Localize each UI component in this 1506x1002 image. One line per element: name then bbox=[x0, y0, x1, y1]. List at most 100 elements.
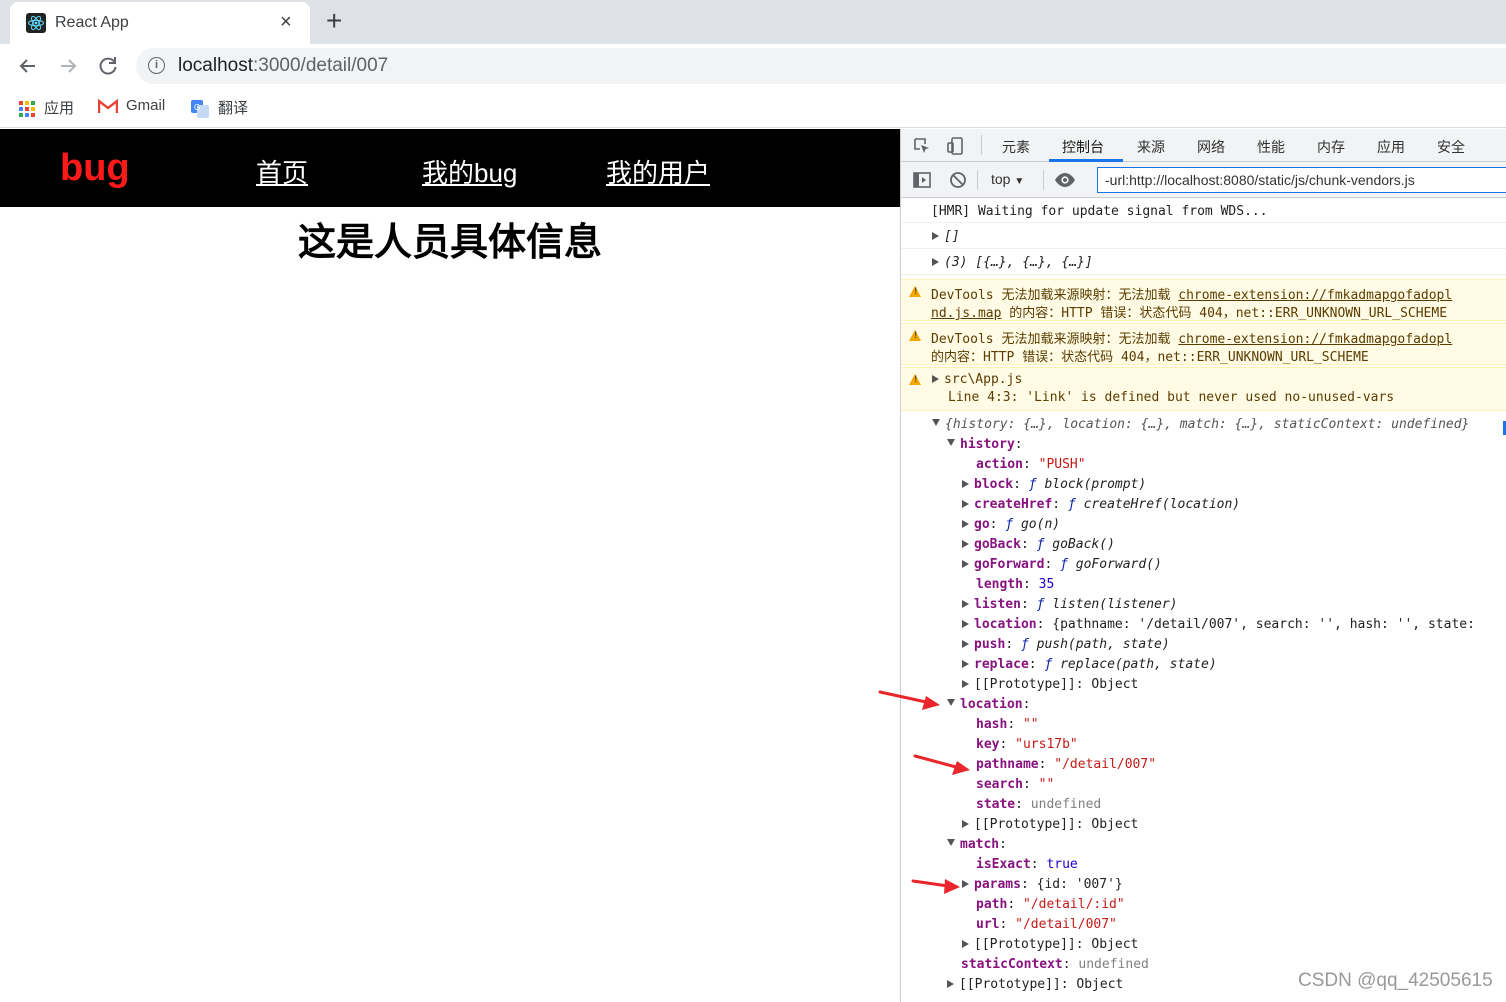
expand-triangle-icon[interactable] bbox=[962, 480, 969, 488]
tab-network[interactable]: 网络 bbox=[1197, 137, 1225, 157]
property-key: key bbox=[976, 737, 1000, 752]
tab-elements[interactable]: 元素 bbox=[1002, 137, 1030, 157]
tree-property: search: "" bbox=[976, 777, 1055, 792]
tree-node-location[interactable]: location: bbox=[901, 697, 1506, 717]
source-link[interactable]: chrome-extension://fmkadmapgofadopl bbox=[1178, 332, 1452, 347]
reload-icon[interactable] bbox=[94, 52, 122, 80]
object-summary-text: {history: {…}, location: {…}, match: {…}… bbox=[945, 417, 1470, 432]
inspect-element-icon[interactable] bbox=[913, 137, 931, 155]
warning-line: nd.js.map 的内容：HTTP 错误：状态代码 404，net::ERR_… bbox=[931, 302, 1447, 320]
separator bbox=[1043, 170, 1044, 190]
tree-property[interactable]: replace: ƒ replace(path, state) bbox=[901, 657, 1506, 677]
tree-node-match[interactable]: match: bbox=[901, 837, 1506, 857]
back-arrow-icon[interactable] bbox=[14, 52, 42, 80]
tab-security[interactable]: 安全 bbox=[1437, 137, 1465, 157]
property-value: "/detail/007" bbox=[1015, 917, 1117, 932]
app-navbar: bug 首页 我的bug 我的用户 bbox=[0, 129, 900, 207]
url-text[interactable]: localhost:3000/detail/007 bbox=[178, 55, 388, 77]
tree-property[interactable]: createHref: ƒ createHref(location) bbox=[901, 497, 1506, 517]
expand-triangle-icon[interactable] bbox=[962, 560, 969, 568]
source-link[interactable]: chrome-extension://fmkadmapgofadopl bbox=[1178, 288, 1452, 303]
tree-property[interactable]: listen: ƒ listen(listener) bbox=[901, 597, 1506, 617]
browser-tab[interactable]: React App × bbox=[10, 2, 310, 44]
brand-logo[interactable]: bug bbox=[60, 147, 130, 190]
annotation-arrow-icon bbox=[911, 879, 960, 894]
expand-triangle-icon[interactable] bbox=[932, 232, 939, 240]
expand-triangle-icon[interactable] bbox=[947, 980, 954, 988]
address-bar[interactable]: i localhost:3000/detail/007 bbox=[136, 48, 1506, 84]
tree-property[interactable]: [[Prototype]]: Object bbox=[901, 937, 1506, 957]
warning-line[interactable]: src\App.js bbox=[932, 372, 1022, 387]
tab-application[interactable]: 应用 bbox=[1377, 137, 1405, 157]
bookmark-apps[interactable]: 应用 bbox=[18, 97, 74, 118]
site-info-icon[interactable]: i bbox=[148, 57, 165, 74]
property-value: "/detail/:id" bbox=[1022, 897, 1125, 912]
expand-triangle-icon[interactable] bbox=[962, 620, 969, 628]
expand-triangle-icon[interactable] bbox=[962, 640, 969, 648]
expand-triangle-icon[interactable] bbox=[932, 258, 939, 266]
expand-triangle-icon[interactable] bbox=[962, 660, 969, 668]
forward-arrow-icon[interactable] bbox=[54, 52, 82, 80]
nav-link-home[interactable]: 首页 bbox=[256, 153, 308, 190]
expand-triangle-icon[interactable] bbox=[962, 940, 969, 948]
collapse-triangle-icon[interactable] bbox=[947, 839, 955, 846]
tree-property[interactable]: goBack: ƒ goBack() bbox=[901, 537, 1506, 557]
tree-property[interactable]: [[Prototype]]: Object bbox=[901, 677, 1506, 697]
expand-triangle-icon[interactable] bbox=[962, 680, 969, 688]
annotation-arrow-icon bbox=[878, 690, 940, 710]
tab-console[interactable]: 控制台 bbox=[1062, 137, 1104, 157]
property-key: [[Prototype]] bbox=[959, 977, 1061, 992]
tree-property[interactable]: location: {pathname: '/detail/007', sear… bbox=[901, 617, 1506, 637]
bookmark-label: Gmail bbox=[126, 97, 166, 114]
property-value: true bbox=[1046, 857, 1078, 872]
console-warning: DevTools 无法加载来源映射：无法加载 chrome-extension:… bbox=[901, 279, 1506, 321]
property-value: goBack() bbox=[1052, 537, 1115, 552]
property-key: params bbox=[974, 877, 1021, 892]
property-key: push bbox=[974, 637, 1006, 652]
tree-property[interactable]: push: ƒ push(path, state) bbox=[901, 637, 1506, 657]
nav-link-my-bugs[interactable]: 我的bug bbox=[422, 153, 517, 190]
expand-triangle-icon[interactable] bbox=[962, 520, 969, 528]
nav-link-my-users[interactable]: 我的用户 bbox=[606, 153, 710, 190]
console-message[interactable]: (3) [{…}, {…}, {…}] bbox=[901, 249, 1506, 275]
expand-triangle-icon[interactable] bbox=[962, 500, 969, 508]
source-link[interactable]: nd.js.map bbox=[931, 306, 1001, 320]
warning-icon bbox=[909, 374, 921, 385]
expand-triangle-icon[interactable] bbox=[932, 375, 939, 383]
object-summary[interactable]: {history: {…}, location: {…}, match: {…}… bbox=[901, 417, 1506, 437]
tab-close-icon[interactable]: × bbox=[280, 11, 292, 33]
device-toolbar-icon[interactable] bbox=[947, 137, 965, 155]
expand-triangle-icon[interactable] bbox=[962, 880, 969, 888]
bookmark-gmail[interactable]: Gmail bbox=[98, 97, 165, 114]
collapse-triangle-icon[interactable] bbox=[947, 439, 955, 446]
tree-property[interactable]: go: ƒ go(n) bbox=[901, 517, 1506, 537]
tab-memory[interactable]: 内存 bbox=[1317, 137, 1345, 157]
new-tab-button[interactable]: + bbox=[326, 7, 342, 35]
tab-sources[interactable]: 来源 bbox=[1137, 137, 1165, 157]
tree-property[interactable]: goForward: ƒ goForward() bbox=[901, 557, 1506, 577]
property-value: {id: '007'} bbox=[1036, 877, 1123, 892]
console-filter-input[interactable]: -url:http://localhost:8080/static/js/chu… bbox=[1097, 167, 1506, 193]
expand-triangle-icon[interactable] bbox=[962, 600, 969, 608]
browser-toolbar: i localhost:3000/detail/007 bbox=[0, 44, 1506, 88]
property-key: listen bbox=[974, 597, 1021, 612]
collapse-triangle-icon[interactable] bbox=[947, 699, 955, 706]
live-expression-eye-icon[interactable] bbox=[1054, 171, 1076, 189]
tree-property[interactable]: block: ƒ block(prompt) bbox=[901, 477, 1506, 497]
tree-node-history[interactable]: history: bbox=[901, 437, 1506, 457]
expand-triangle-icon[interactable] bbox=[962, 820, 969, 828]
console-message[interactable]: [] bbox=[901, 223, 1506, 249]
tab-performance[interactable]: 性能 bbox=[1257, 137, 1285, 157]
tree-property[interactable]: params: {id: '007'} bbox=[901, 877, 1506, 897]
sidebar-toggle-icon[interactable] bbox=[913, 171, 931, 189]
property-key: staticContext bbox=[961, 957, 1063, 972]
collapse-triangle-icon[interactable] bbox=[932, 419, 940, 426]
bookmark-translate[interactable]: G 翻译 bbox=[190, 97, 248, 119]
property-key: history bbox=[960, 437, 1015, 452]
context-value: top bbox=[991, 171, 1011, 187]
expand-triangle-icon[interactable] bbox=[962, 540, 969, 548]
tree-property[interactable]: [[Prototype]]: Object bbox=[901, 817, 1506, 837]
context-select[interactable]: top ▼ bbox=[991, 171, 1024, 187]
clear-console-icon[interactable] bbox=[949, 171, 967, 189]
watermark: CSDN @qq_42505615 bbox=[1298, 970, 1493, 991]
